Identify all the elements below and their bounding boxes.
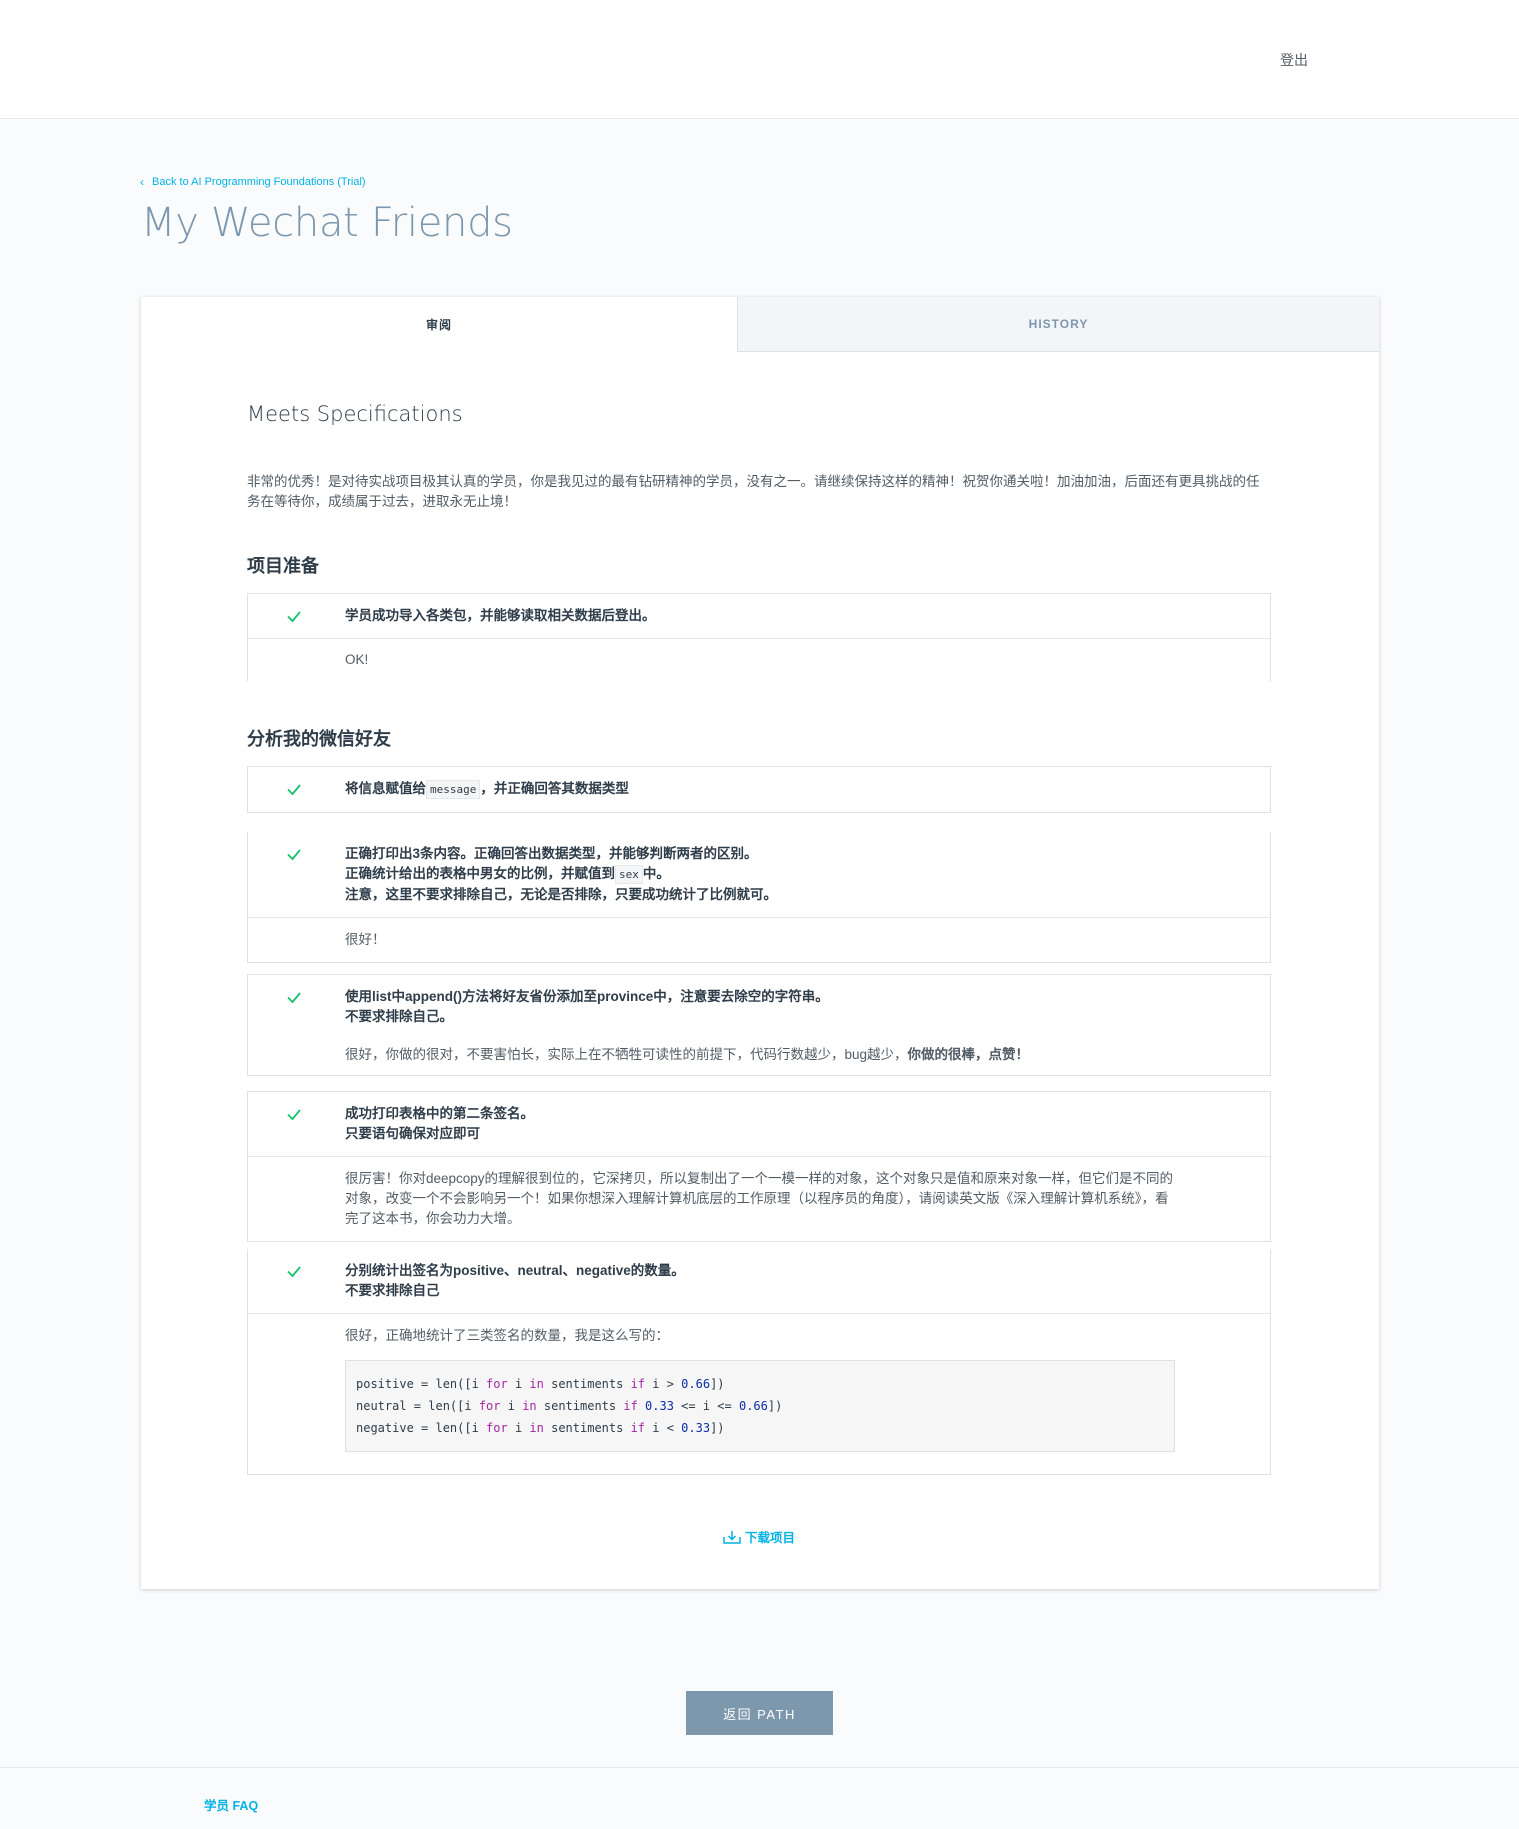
rubric-criterion: 成功打印表格中的第二条签名。 只要语句确保对应即可 [248, 1092, 1270, 1156]
inline-code: message [426, 780, 481, 799]
tab-review[interactable]: 审阅 [141, 297, 737, 352]
download-icon [723, 1530, 741, 1544]
review-status: Meets Specifications [247, 402, 463, 426]
check-icon [287, 1109, 301, 1121]
rubric-feedback: 很厉害！你对deepcopy的理解很到位的，它深拷贝，所以复制出了一个一模一样的… [248, 1156, 1270, 1241]
feedback-text: 很好，你做的很对，不要害怕长，实际上在不牺牲可读性的前提下，代码行数越少，bug… [345, 1047, 908, 1062]
return-to-path-button[interactable]: 返回 PATH [686, 1691, 833, 1735]
download-project-link[interactable]: 下载项目 [723, 1527, 795, 1546]
rubric-feedback: OK! [248, 638, 1270, 681]
check-icon [287, 849, 301, 861]
criterion-line: 正确打印出3条内容。正确回答出数据类型，并能够判断两者的区别。 [345, 846, 758, 861]
rubric-feedback: 很好，你做的很对，不要害怕长，实际上在不牺牲可读性的前提下，代码行数越少，bug… [248, 1031, 1270, 1075]
check-icon [287, 611, 301, 623]
check-icon [287, 1266, 301, 1278]
chevron-left-icon: ‹ [140, 175, 144, 189]
page-title: My Wechat Friends [141, 200, 513, 246]
criterion-text: 将信息赋值给 [345, 781, 426, 796]
section-title: 分析我的微信好友 [247, 729, 391, 749]
criterion-line: 分别统计出签名为positive、neutral、negative的数量。 [345, 1263, 685, 1278]
rubric-item: 成功打印表格中的第二条签名。 只要语句确保对应即可 很厉害！你对deepcopy… [247, 1091, 1271, 1242]
rubric-criterion: 将信息赋值给 message ，并正确回答其数据类型 [248, 767, 1270, 812]
download-label: 下载项目 [745, 1531, 796, 1545]
top-navbar: 登出 [0, 0, 1519, 119]
tabs: 审阅 HISTORY [141, 297, 1379, 352]
criterion-line: 只要语句确保对应即可 [345, 1126, 480, 1141]
logout-link[interactable]: 登出 [1280, 50, 1308, 70]
inline-code: sex [615, 865, 643, 884]
tab-history[interactable]: HISTORY [737, 297, 1379, 352]
criterion-text: 正确统计给出的表格中男女的比例，并赋值到 [345, 866, 615, 881]
criterion-text: 学员成功导入各类包，并能够读取相关数据后登出。 [345, 608, 656, 623]
section-title: 项目准备 [247, 556, 319, 576]
rubric-feedback: 很好，正确地统计了三类签名的数量，我是这么写的： positive = len(… [248, 1313, 1270, 1474]
rubric-criterion: 使用list中append()方法将好友省份添加至province中，注意要去除… [248, 975, 1270, 1031]
rubric-item: 将信息赋值给 message ，并正确回答其数据类型 [247, 766, 1271, 813]
back-link-label: Back to AI Programming Foundations (Tria… [152, 176, 366, 188]
criterion-text: 中。 [642, 866, 670, 881]
criterion-line: 使用list中append()方法将好友省份添加至province中，注意要去除… [345, 989, 829, 1004]
rubric-criterion: 学员成功导入各类包，并能够读取相关数据后登出。 [248, 594, 1270, 638]
review-summary: 非常的优秀！是对待实战项目极其认真的学员，你是我见过的最有钻研精神的学员，没有之… [247, 474, 1260, 509]
criterion-line: 不要求排除自己。 [345, 1009, 453, 1024]
rubric-item: 使用list中append()方法将好友省份添加至province中，注意要去除… [247, 974, 1271, 1076]
criterion-line: 成功打印表格中的第二条签名。 [345, 1106, 534, 1121]
rubric-criterion: 分别统计出签名为positive、neutral、negative的数量。 不要… [248, 1249, 1270, 1313]
code-line: negative = len([i for i in sentiments if… [356, 1421, 725, 1435]
footer: 学员 FAQ [0, 1767, 1519, 1829]
code-line: positive = len([i for i in sentiments if… [356, 1377, 725, 1391]
review-card: 审阅 HISTORY Meets Specifications 非常的优秀！是对… [141, 297, 1379, 1589]
rubric-item: 正确打印出3条内容。正确回答出数据类型，并能够判断两者的区别。 正确统计给出的表… [247, 832, 1271, 963]
check-icon [287, 992, 301, 1004]
rubric-feedback: 很好！ [248, 917, 1270, 962]
criterion-line: 注意，这里不要求排除自己，无论是否排除，只要成功统计了比例就可。 [345, 887, 777, 902]
check-icon [287, 784, 301, 796]
rubric-item: 学员成功导入各类包，并能够读取相关数据后登出。 OK! [247, 593, 1271, 681]
criterion-line: 正确统计给出的表格中男女的比例，并赋值到 sex 中。 [345, 864, 1250, 885]
feedback-text: 很好，正确地统计了三类签名的数量，我是这么写的： [345, 1328, 669, 1343]
feedback-emphasis: 你做的很棒，点赞！ [907, 1047, 1030, 1062]
rubric-criterion: 正确打印出3条内容。正确回答出数据类型，并能够判断两者的区别。 正确统计给出的表… [248, 832, 1270, 917]
back-link[interactable]: ‹ Back to AI Programming Foundations (Tr… [140, 175, 366, 189]
code-block: positive = len([i for i in sentiments if… [345, 1360, 1175, 1452]
rubric-item: 分别统计出签名为positive、neutral、negative的数量。 不要… [247, 1249, 1271, 1475]
criterion-text: ，并正确回答其数据类型 [480, 781, 629, 796]
student-faq-link[interactable]: 学员 FAQ [204, 1795, 258, 1814]
code-line: neutral = len([i for i in sentiments if … [356, 1399, 783, 1413]
criterion-line: 不要求排除自己 [345, 1283, 440, 1298]
